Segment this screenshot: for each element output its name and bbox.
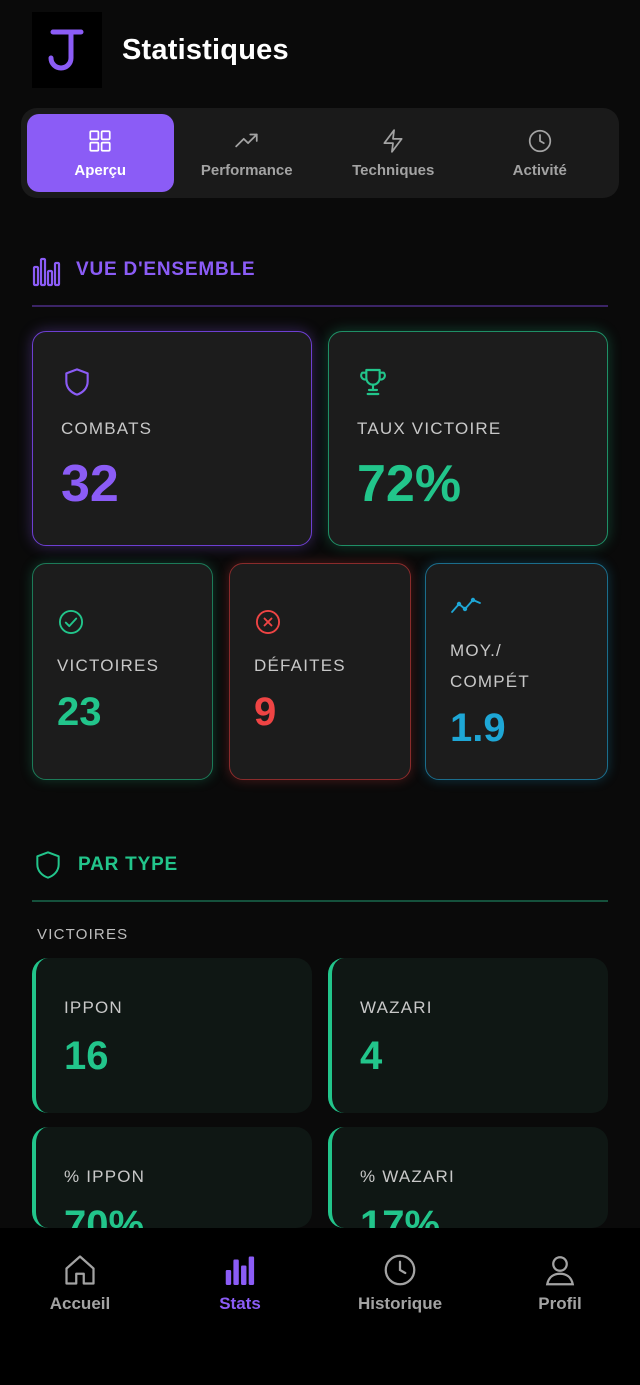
tab-label: Aperçu — [74, 161, 127, 179]
stat-label: COMBATS — [61, 419, 153, 438]
clock-icon — [528, 129, 551, 152]
shield-icon — [65, 368, 89, 396]
nav-item-historique[interactable]: Historique — [320, 1228, 480, 1385]
bar-chart-icon — [225, 1256, 255, 1285]
stat-value: 17% — [360, 1203, 441, 1228]
section-title: VUE D'ENSEMBLE — [76, 259, 256, 280]
nav-item-profil[interactable]: Profil — [480, 1228, 640, 1385]
x-circle-icon — [255, 609, 281, 635]
tab-bar: Aperçu Performance Techniques Activité — [21, 108, 619, 198]
divider — [32, 900, 608, 902]
nav-label: Accueil — [49, 1294, 111, 1313]
trophy-icon — [360, 368, 386, 396]
sub-section-label: VICTOIRES — [37, 926, 129, 943]
stat-label: IPPON — [64, 998, 123, 1017]
user-icon — [545, 1256, 575, 1286]
stat-value: 32 — [61, 455, 119, 513]
stat-label-line1: MOY./ — [450, 641, 502, 660]
logo-j-icon — [48, 29, 84, 71]
bottom-nav: Accueil Stats Historique Profil — [0, 1228, 640, 1385]
zap-icon — [383, 128, 403, 153]
tab-label: Performance — [200, 161, 293, 179]
bar-chart-icon — [32, 257, 61, 287]
stat-label: VICTOIRES — [57, 656, 160, 675]
tab-apercu[interactable]: Aperçu — [27, 114, 174, 192]
stat-label-line2: COMPÉT — [450, 672, 530, 691]
divider — [32, 305, 608, 307]
stat-value: 70% — [64, 1203, 145, 1228]
tab-techniques[interactable]: Techniques — [320, 114, 467, 192]
app-header: Statistiques — [0, 0, 640, 100]
page-title: Statistiques — [122, 33, 289, 66]
nav-label: Profil — [538, 1294, 582, 1313]
type-card-wazari-pct[interactable]: % WAZARI 17% — [328, 1127, 608, 1228]
type-card-ippon-pct[interactable]: % IPPON 70% — [32, 1127, 312, 1228]
section-title: PAR TYPE — [78, 854, 179, 875]
shield-icon — [36, 851, 60, 879]
section-by-type-header: PAR TYPE — [32, 848, 178, 882]
nav-item-stats[interactable]: Stats — [160, 1228, 320, 1385]
stat-card-combats[interactable]: COMBATS 32 — [32, 331, 312, 546]
stat-card-losses[interactable]: DÉFAITES 9 — [229, 563, 411, 780]
stat-label: DÉFAITES — [254, 656, 346, 675]
tab-label: Activité — [512, 161, 567, 179]
activity-line-icon — [451, 597, 481, 613]
tab-label: Techniques — [352, 161, 435, 179]
app-logo[interactable] — [32, 12, 102, 88]
stat-value: 9 — [254, 690, 277, 734]
grid-icon — [89, 129, 111, 152]
stat-value: 1.9 — [450, 706, 506, 750]
stat-label: % WAZARI — [360, 1167, 455, 1186]
home-icon — [65, 1255, 95, 1285]
stat-value: 4 — [360, 1034, 383, 1078]
nav-label: Stats — [219, 1294, 261, 1313]
section-overview-header: VUE D'ENSEMBLE — [32, 253, 255, 287]
clock-icon — [384, 1254, 416, 1286]
trending-up-icon — [235, 133, 258, 147]
stat-card-wins[interactable]: VICTOIRES 23 — [32, 563, 213, 780]
tab-performance[interactable]: Performance — [174, 114, 321, 192]
nav-label: Historique — [357, 1294, 443, 1313]
type-card-wazari[interactable]: WAZARI 4 — [328, 958, 608, 1113]
stat-card-average[interactable]: MOY./ COMPÉT 1.9 — [425, 563, 608, 780]
check-circle-icon — [58, 609, 84, 635]
stat-value: 16 — [64, 1034, 109, 1078]
nav-item-accueil[interactable]: Accueil — [0, 1228, 160, 1385]
tab-activite[interactable]: Activité — [467, 114, 614, 192]
stat-label: TAUX VICTOIRE — [357, 419, 502, 438]
stat-label: % IPPON — [64, 1167, 146, 1186]
type-card-ippon[interactable]: IPPON 16 — [32, 958, 312, 1113]
stat-value: 23 — [57, 690, 102, 734]
stat-value: 72% — [357, 455, 462, 513]
stat-card-win-rate[interactable]: TAUX VICTOIRE 72% — [328, 331, 608, 546]
stat-label: WAZARI — [360, 998, 433, 1017]
